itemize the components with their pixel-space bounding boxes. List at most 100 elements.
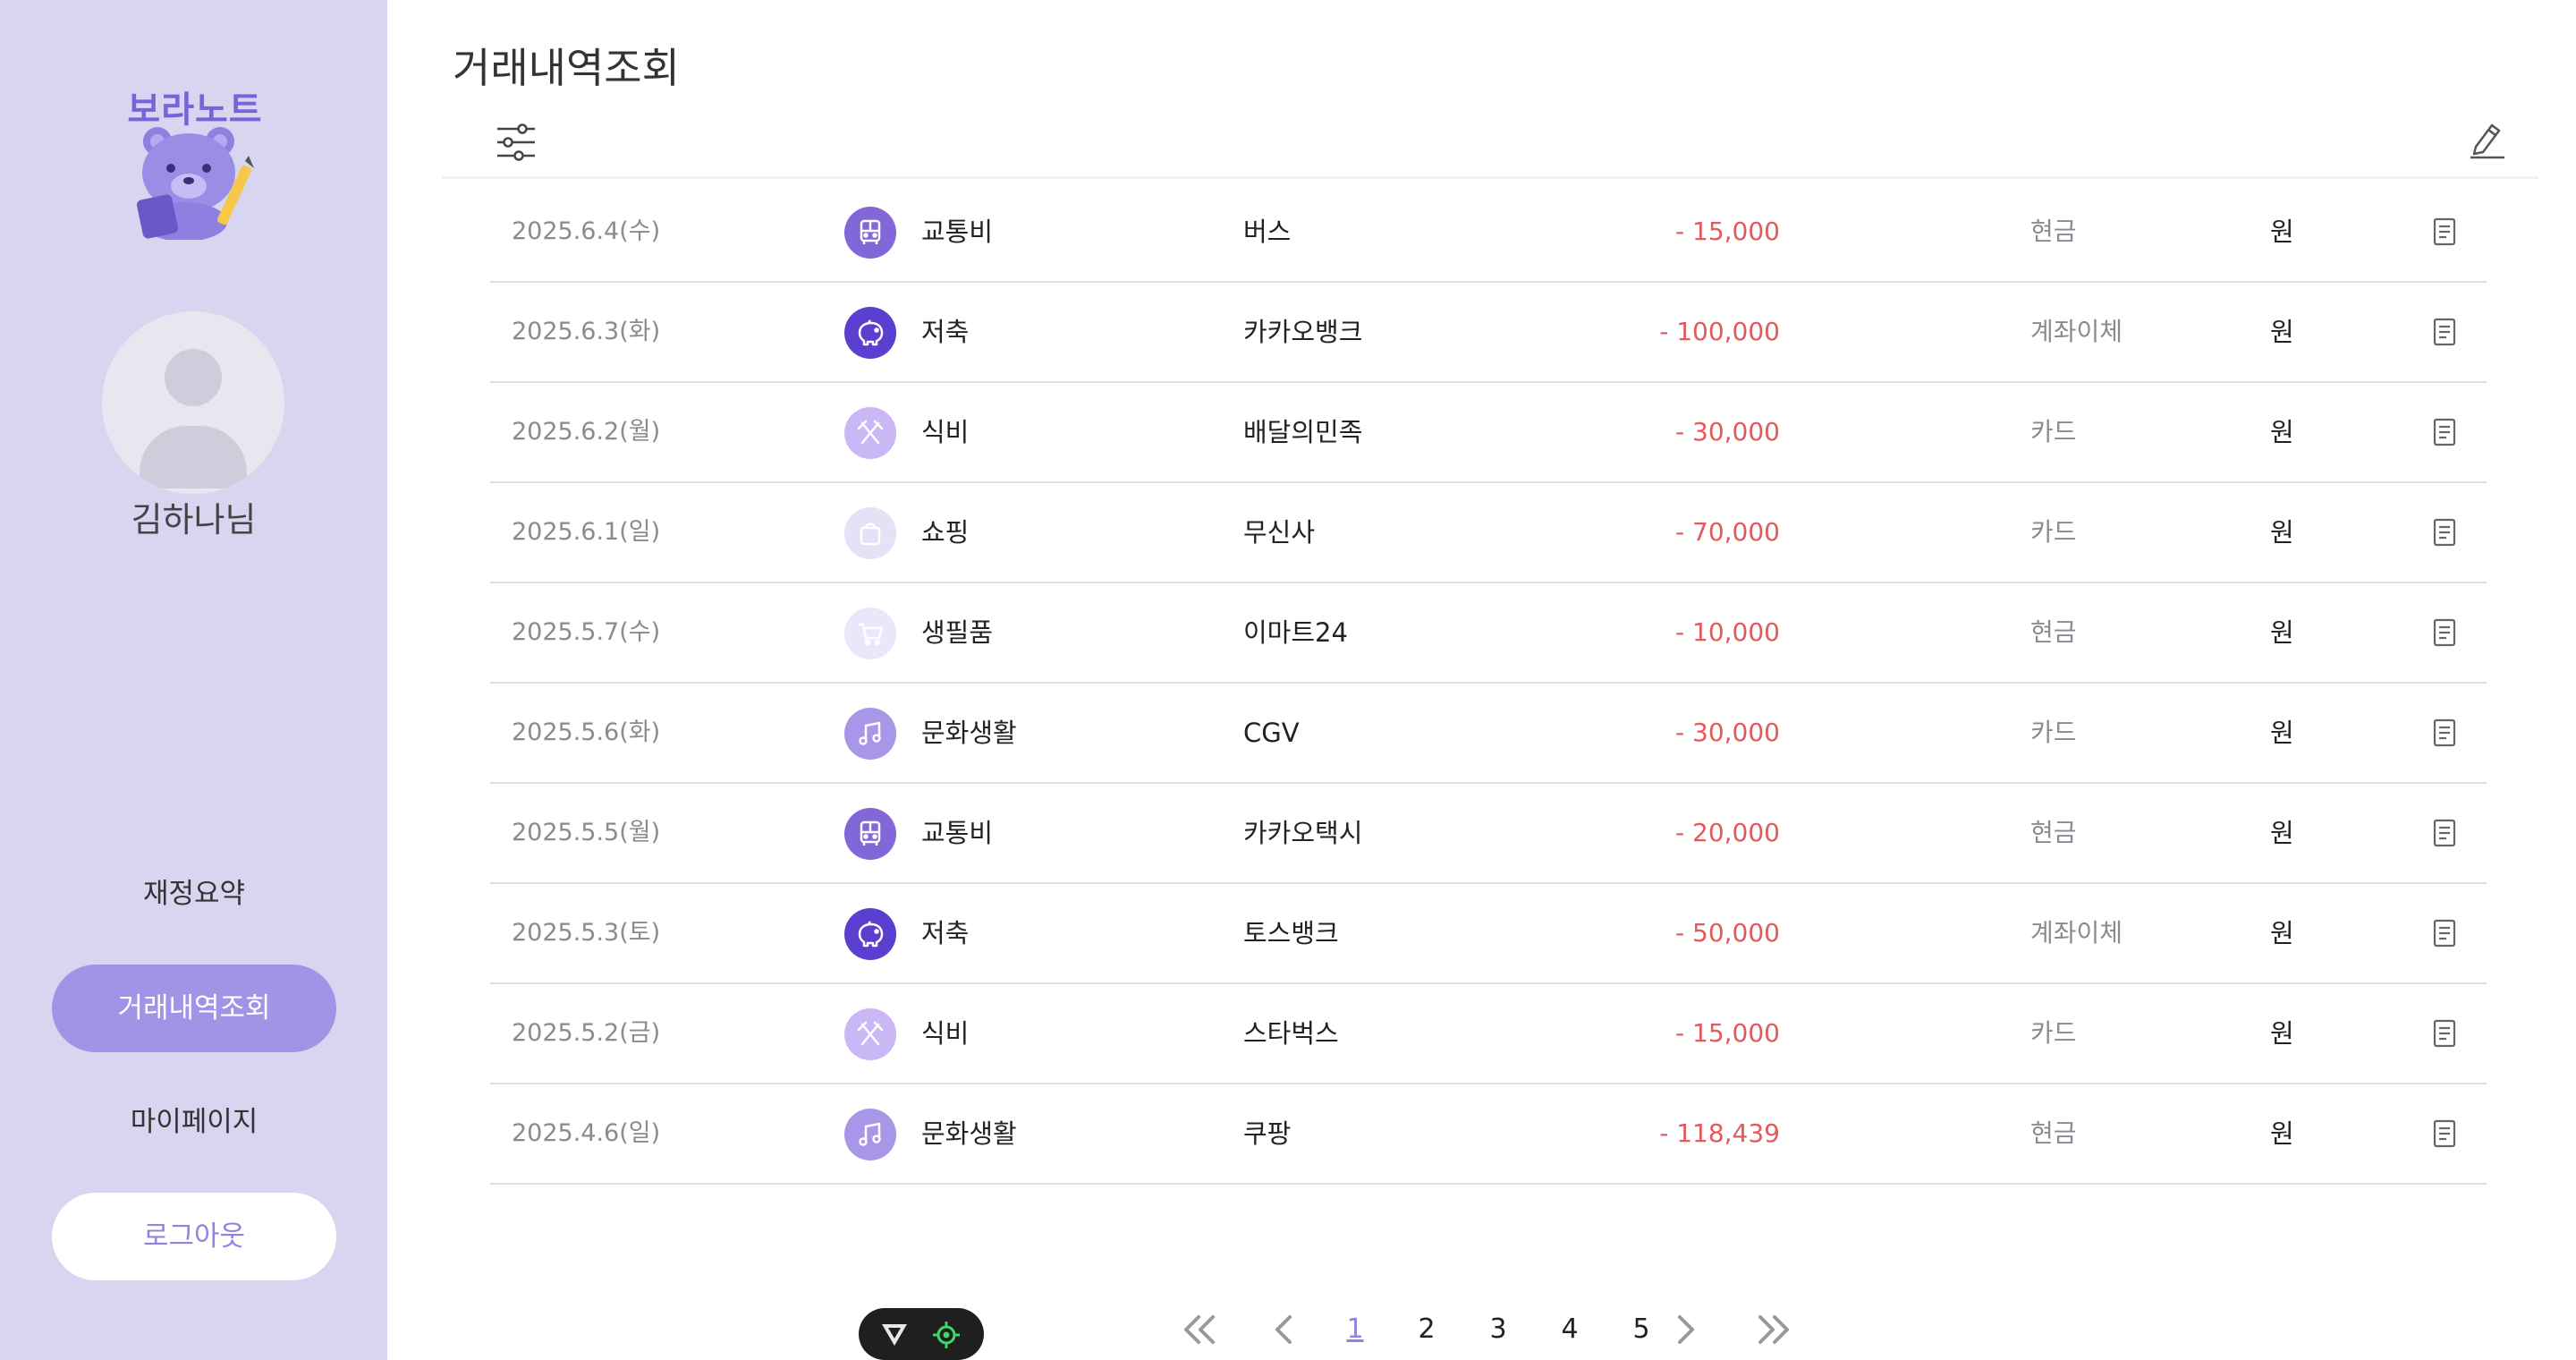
transaction-date: 2025.5.2(금) [512,1019,661,1047]
transaction-payment-method: 카드 [2030,1018,2077,1048]
edit-button[interactable] [2465,116,2510,161]
memo-icon[interactable] [2431,217,2458,247]
currency-unit: 원 [2270,517,2294,548]
transaction-list: 2025.6.4(수) 교통비 버스 현금 - 15,000 원 2025.6.3(화) 저축… [490,183,2487,1185]
sidebar: 보라노트 김하나님 재정요약 거래내역조회 마이페이지 로그아웃 [0,0,387,1360]
transaction-merchant: 배달의민족 [1243,417,1363,447]
transaction-category: 문화생활 [921,718,1017,748]
crosshair-icon[interactable] [932,1321,961,1349]
transaction-row[interactable]: 2025.6.3(화) 저축 카카오뱅크 계좌이체 - 100,000 원 [490,283,2487,383]
transaction-payment-method: 계좌이체 [2030,918,2123,948]
transaction-category: 쇼핑 [921,517,970,548]
currency-unit: 원 [2270,818,2294,848]
utensils-icon [844,407,896,459]
avatar-head-shape [165,349,222,406]
transaction-payment-method: 현금 [2030,217,2077,246]
transaction-category: 저축 [921,317,970,347]
transaction-amount: - 10,000 [1675,617,1780,647]
transaction-date: 2025.6.4(수) [512,217,661,245]
memo-icon[interactable] [2431,1118,2458,1149]
bear-mascot-icon [136,127,254,240]
transaction-row[interactable]: 2025.5.3(토) 저축 토스뱅크 계좌이체 - 50,000 원 [490,884,2487,984]
shopping-bag-icon [844,507,896,559]
transaction-date: 2025.5.3(토) [512,919,661,947]
transaction-date: 2025.6.3(화) [512,318,661,345]
transaction-merchant: CGV [1243,718,1300,748]
nav-item-history[interactable]: 거래내역조회 [52,965,336,1052]
logo[interactable]: 보라노트 [123,81,267,242]
cart-icon [844,608,896,659]
piggy-bank-icon [844,307,896,359]
dev-tools-logo-icon[interactable] [880,1321,909,1347]
nav-item-summary[interactable]: 재정요약 [52,850,336,938]
transaction-payment-method: 카드 [2030,517,2077,547]
transaction-amount: - 15,000 [1675,1018,1780,1048]
avatar-body-shape [140,426,247,489]
transaction-amount: - 50,000 [1675,918,1780,948]
transaction-amount: - 30,000 [1675,718,1780,747]
transaction-row[interactable]: 2025.5.5(월) 교통비 카카오택시 현금 - 20,000 원 [490,784,2487,884]
transaction-category: 교통비 [921,818,994,848]
transaction-merchant: 버스 [1243,217,1292,247]
memo-icon[interactable] [2431,918,2458,948]
nav-item-mypage[interactable]: 마이페이지 [52,1078,336,1166]
transaction-row[interactable]: 2025.4.6(일) 문화생활 쿠팡 현금 - 118,439 원 [490,1084,2487,1185]
transaction-category: 식비 [921,1018,970,1049]
next-page-icon[interactable] [1673,1312,1699,1347]
transaction-row[interactable]: 2025.6.2(월) 식비 배달의민족 카드 - 30,000 원 [490,383,2487,483]
logout-button[interactable]: 로그아웃 [52,1193,336,1280]
transaction-category: 저축 [921,918,970,948]
currency-unit: 원 [2270,317,2294,347]
transaction-category: 생필품 [921,617,994,648]
memo-icon[interactable] [2431,317,2458,347]
transaction-category: 문화생활 [921,1118,1017,1149]
page-number-5[interactable]: 5 [1623,1305,1659,1355]
transaction-payment-method: 현금 [2030,818,2077,847]
currency-unit: 원 [2270,718,2294,748]
music-icon [844,708,896,760]
transaction-amount: - 30,000 [1675,417,1780,446]
first-page-icon[interactable] [1181,1312,1220,1347]
transaction-row[interactable]: 2025.5.2(금) 식비 스타벅스 카드 - 15,000 원 [490,984,2487,1084]
page-number-2[interactable]: 2 [1409,1305,1445,1355]
transaction-date: 2025.4.6(일) [512,1119,661,1147]
transaction-payment-method: 현금 [2030,617,2077,647]
transaction-merchant: 토스뱅크 [1243,918,1339,948]
currency-unit: 원 [2270,1118,2294,1149]
avatar[interactable] [102,311,284,494]
transaction-row[interactable]: 2025.5.6(화) 문화생활 CGV 카드 - 30,000 원 [490,684,2487,784]
transaction-row[interactable]: 2025.6.4(수) 교통비 버스 현금 - 15,000 원 [490,183,2487,283]
memo-icon[interactable] [2431,417,2458,447]
transaction-row[interactable]: 2025.6.1(일) 쇼핑 무신사 카드 - 70,000 원 [490,483,2487,583]
utensils-icon [844,1008,896,1060]
sliders-icon [497,123,535,161]
page-number-1[interactable]: 1 [1337,1305,1373,1355]
transaction-category: 식비 [921,417,970,447]
transaction-date: 2025.6.2(월) [512,418,661,446]
currency-unit: 원 [2270,918,2294,948]
prev-page-icon[interactable] [1270,1312,1297,1347]
page-number-4[interactable]: 4 [1552,1305,1588,1355]
transaction-amount: - 100,000 [1659,317,1780,346]
filter-button[interactable] [494,120,538,165]
transaction-payment-method: 카드 [2030,417,2077,446]
memo-icon[interactable] [2431,1018,2458,1049]
transaction-merchant: 스타벅스 [1243,1018,1339,1049]
page-number-3[interactable]: 3 [1480,1305,1516,1355]
last-page-icon[interactable] [1753,1312,1792,1347]
currency-unit: 원 [2270,1018,2294,1049]
transaction-row[interactable]: 2025.5.7(수) 생필품 이마트24 현금 - 10,000 원 [490,583,2487,684]
transaction-amount: - 20,000 [1675,818,1780,847]
transaction-merchant: 무신사 [1243,517,1316,548]
memo-icon[interactable] [2431,517,2458,548]
memo-icon[interactable] [2431,617,2458,648]
bus-icon [844,808,896,860]
floating-toolbar[interactable] [859,1308,984,1360]
transaction-amount: - 15,000 [1675,217,1780,246]
memo-icon[interactable] [2431,818,2458,848]
currency-unit: 원 [2270,217,2294,247]
transaction-date: 2025.5.5(월) [512,819,661,846]
memo-icon[interactable] [2431,718,2458,748]
transaction-amount: - 70,000 [1675,517,1780,547]
transaction-merchant: 쿠팡 [1243,1118,1292,1149]
